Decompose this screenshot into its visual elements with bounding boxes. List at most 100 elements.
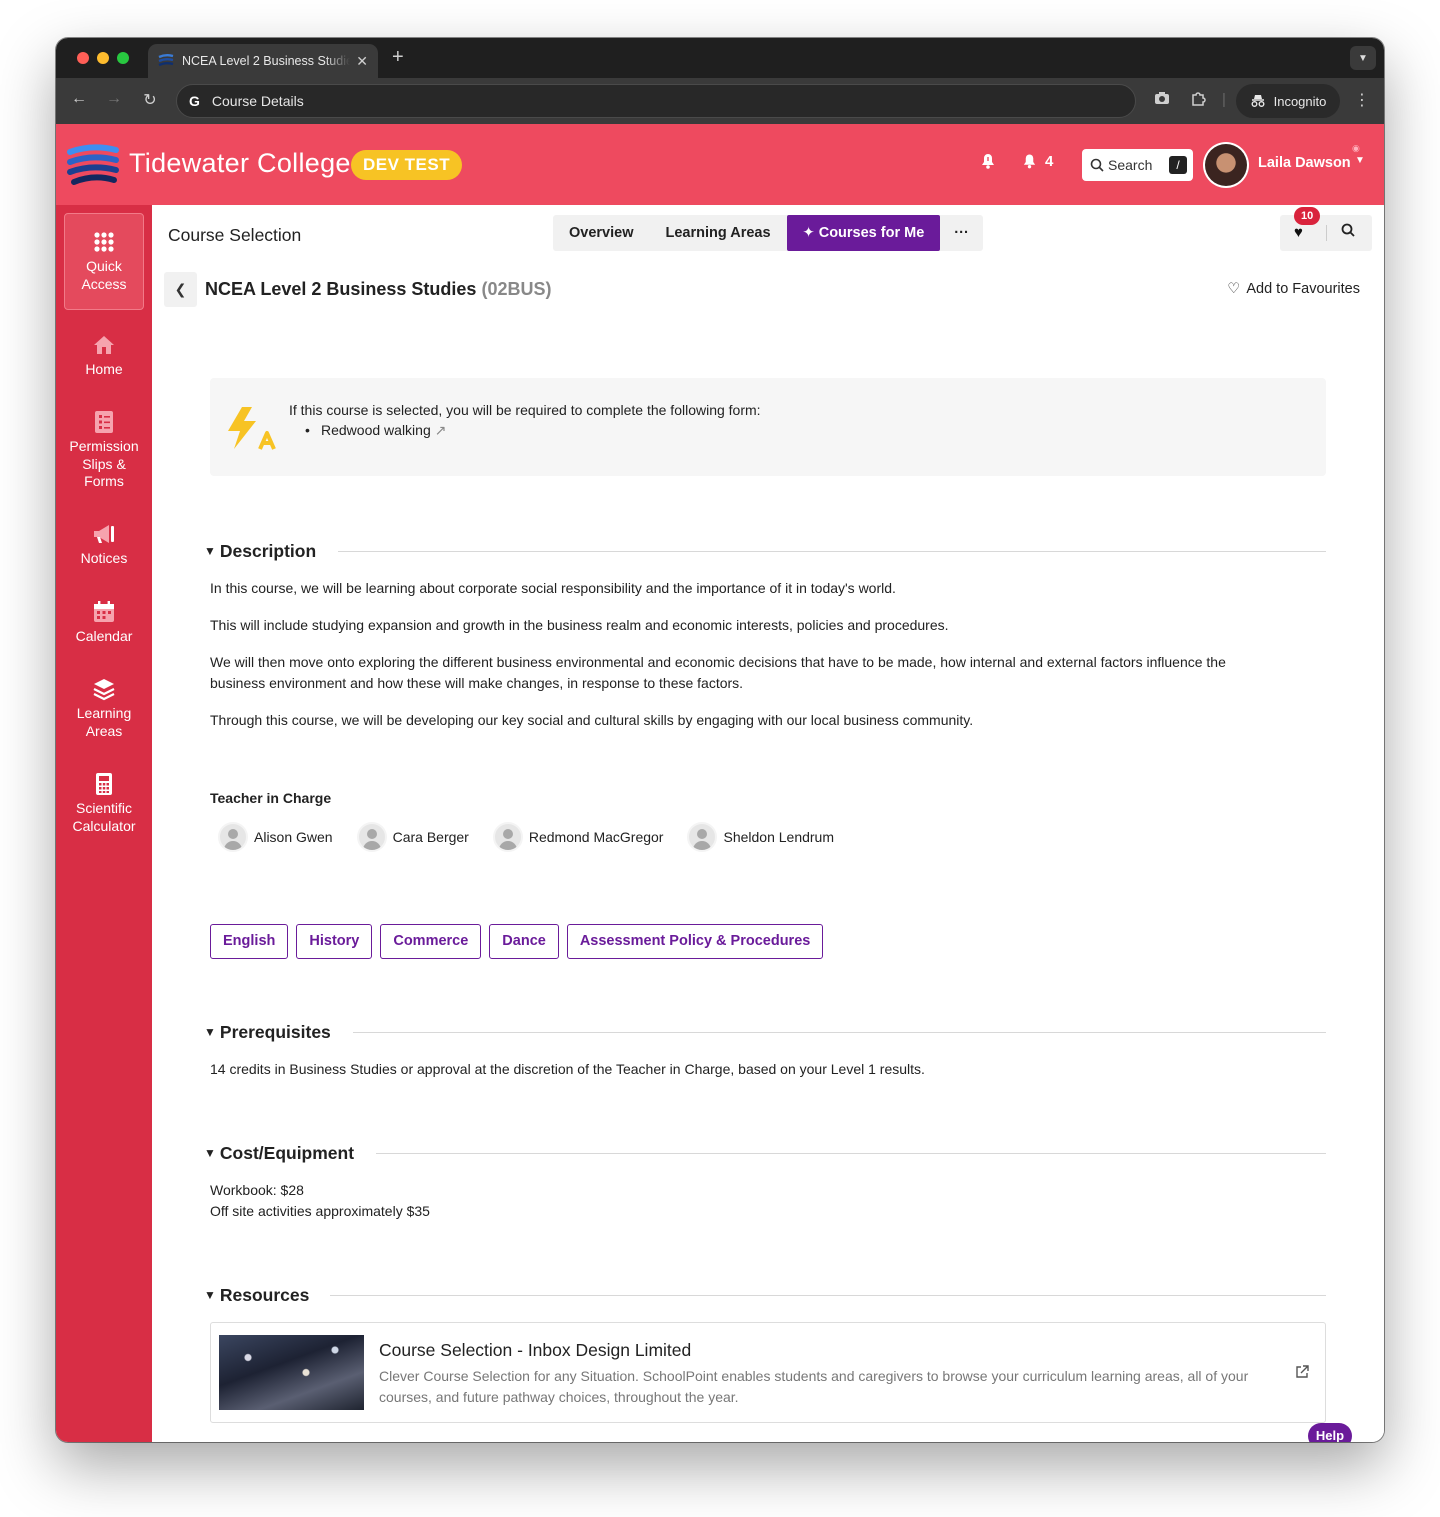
chip-commerce[interactable]: Commerce [380,924,482,959]
section-divider [376,1153,1326,1154]
forward-arrow-icon[interactable]: → [103,90,125,108]
sidebar-item-label: Learning Areas [76,705,132,739]
favourites-heart-icon[interactable]: ♥ [1294,224,1303,241]
teacher-name: Sheldon Lendrum [723,829,835,845]
teacher-avatar-icon [687,822,718,852]
alert-bell-icon[interactable] [980,153,996,174]
sidebar-item-label: Home [85,361,123,377]
teacher-avatar-icon [356,822,387,852]
tab-more[interactable]: ··· [940,215,983,251]
teacher-name: Cara Berger [392,829,469,845]
teacher-item[interactable]: Redmond MacGregor [492,822,664,852]
form-link[interactable]: Redwood walking ↗ [305,422,446,439]
header-search-button[interactable]: Search / [1082,149,1193,181]
megaphone-icon [94,525,114,543]
chevron-down-icon: ▼ [204,543,216,558]
description-paragraph: This will include studying expansion and… [210,617,949,633]
add-to-favourites-button[interactable]: ♡ Add to Favourites [1227,281,1360,297]
bell-icon [1023,154,1036,169]
search-label: Search [1108,157,1153,173]
teacher-item[interactable]: Sheldon Lendrum [687,822,834,852]
sidebar-item-label: Scientific Calculator [72,800,136,834]
sidebar-item-home[interactable]: Home [64,333,144,379]
resource-thumbnail [219,1335,364,1410]
resource-title: Course Selection - Inbox Design Limited [379,1340,692,1360]
section-divider [330,1295,1326,1296]
sidebar-item-label: Calendar [75,628,133,644]
tab-search-chevron-icon[interactable]: ▼ [1350,46,1376,70]
incognito-indicator[interactable]: Incognito [1236,84,1340,118]
teacher-name: Redmond MacGregor [528,829,664,845]
page-title: Course Selection [168,225,302,245]
chip-dance[interactable]: Dance [489,924,559,959]
favourites-count-badge: 10 [1294,207,1321,225]
course-code: (02BUS) [481,279,552,299]
chip-assessment-policy[interactable]: Assessment Policy & Procedures [566,924,824,959]
teacher-list: Alison Gwen Cara Berger Redmond MacGrego… [218,822,834,852]
sidebar-item-scientific-calculator[interactable]: Scientific Calculator [64,772,144,835]
teacher-avatar-icon [492,822,523,852]
notifications-button[interactable]: 4 [1022,153,1053,170]
new-tab-icon[interactable]: + [392,46,404,69]
help-button[interactable]: Help [1308,1423,1352,1442]
browser-tab[interactable]: NCEA Level 2 Business Studies (02BUS) ✕ [148,44,378,78]
teacher-heading: Teacher in Charge [210,790,332,806]
sidebar-item-label: Permission Slips & Forms [69,438,139,489]
close-window-button[interactable] [77,52,89,64]
cost-heading[interactable]: ▼ Cost/Equipment [204,1143,354,1164]
user-menu-caret-icon[interactable]: ▼ [1355,155,1365,166]
maximize-window-button[interactable] [117,52,129,64]
user-name[interactable]: Laila Dawson [1258,155,1351,171]
grid-dots-icon [94,232,114,252]
extensions-icon[interactable] [1190,91,1206,111]
page-search-icon[interactable] [1341,223,1355,241]
sparkle-icon: ✦ [802,225,819,241]
external-link-icon[interactable] [1295,1365,1309,1382]
calculator-icon [96,773,112,795]
divider [1326,225,1327,241]
address-bar[interactable]: G Course Details [176,84,1136,118]
resource-card[interactable]: Course Selection - Inbox Design Limited … [210,1322,1326,1423]
add-to-favourites-label: Add to Favourites [1246,281,1360,297]
back-button[interactable]: ❮ [164,272,197,307]
search-icon [1090,158,1104,172]
layers-icon [93,679,115,701]
camera-icon[interactable] [1154,91,1170,109]
browser-tab-bar: NCEA Level 2 Business Studies (02BUS) ✕ … [56,38,1384,78]
resources-heading[interactable]: ▼ Resources [204,1285,309,1306]
section-divider [338,551,1326,552]
back-arrow-icon[interactable]: ← [68,90,90,108]
tab-close-icon[interactable]: ✕ [356,53,368,70]
sidebar-item-notices[interactable]: Notices [64,522,144,568]
sidebar-item-quick-access[interactable]: Quick Access [64,213,144,310]
reload-icon[interactable]: ↻ [139,90,161,110]
sidebar-item-learning-areas[interactable]: Learning Areas [64,677,144,740]
teacher-item[interactable]: Cara Berger [356,822,469,852]
chip-history[interactable]: History [296,924,373,959]
chip-english[interactable]: English [210,924,289,959]
description-paragraph: We will then move onto exploring the dif… [210,654,1226,691]
sidebar-item-calendar[interactable]: Calendar [64,600,144,646]
sidebar-item-permission-slips[interactable]: Permission Slips & Forms [64,410,144,491]
app-header: Tidewater College DEV TEST 4 Search / La… [56,124,1384,205]
user-avatar[interactable] [1203,142,1249,188]
tab-courses-for-me-label: Courses for Me [818,225,925,241]
notifications-count: 4 [1045,153,1054,170]
tab-courses-for-me[interactable]: ✦ Courses for Me [786,215,941,251]
tab-overview[interactable]: Overview [553,215,650,251]
teacher-item[interactable]: Alison Gwen [218,822,333,852]
description-heading[interactable]: ▼ Description [204,541,316,562]
sidebar: Quick Access Home Permission Slips & For… [56,205,152,1442]
cost-heading-label: Cost/Equipment [219,1143,355,1163]
teacher-name: Alison Gwen [254,829,333,845]
prerequisites-heading[interactable]: ▼ Prerequisites [204,1022,331,1043]
incognito-icon [1251,95,1265,107]
form-link-label: Redwood walking [321,422,431,438]
description-paragraph: Through this course, we will be developi… [210,712,974,728]
cost-line: Workbook: $28 [210,1182,304,1198]
browser-menu-icon[interactable]: ⋮ [1354,90,1370,110]
tidewater-logo-icon[interactable] [66,142,120,188]
tab-learning-areas[interactable]: Learning Areas [650,215,787,251]
minimize-window-button[interactable] [97,52,109,64]
toolbar-divider: | [1222,91,1226,108]
